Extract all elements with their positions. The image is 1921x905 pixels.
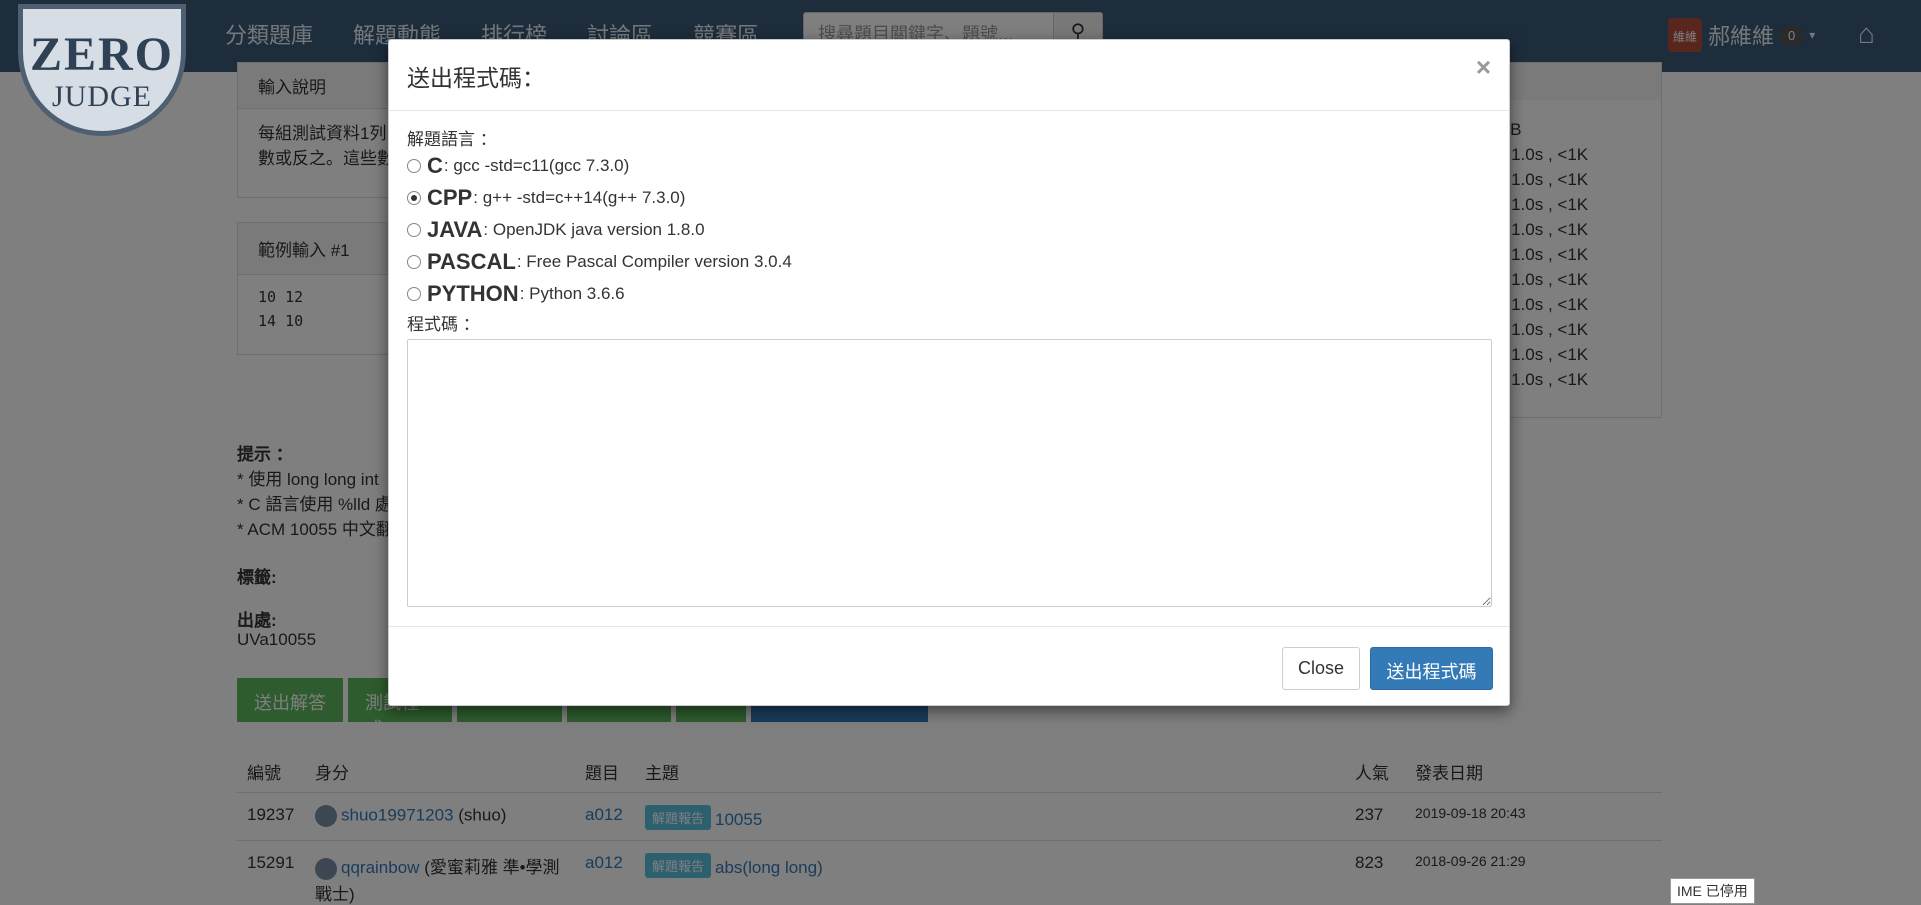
- language-desc: : OpenJDK java version 1.8.0: [483, 220, 705, 239]
- ime-status-badge: IME 已停用: [1670, 878, 1755, 904]
- close-button[interactable]: Close: [1282, 647, 1360, 690]
- modal-body: 解題語言 ： C : gcc -std=c11(gcc 7.3.0) CPP :…: [389, 111, 1509, 607]
- radio-button[interactable]: [407, 255, 421, 269]
- language-name: CPP: [427, 185, 473, 210]
- language-name: PYTHON: [427, 281, 519, 306]
- radio-button[interactable]: [407, 223, 421, 237]
- language-option-pascal[interactable]: PASCAL : Free Pascal Compiler version 3.…: [407, 246, 1491, 278]
- language-desc: : Python 3.6.6: [519, 284, 625, 303]
- language-desc: : gcc -std=c11(gcc 7.3.0): [443, 156, 630, 175]
- submit-code-button[interactable]: 送出程式碼: [1370, 647, 1493, 690]
- code-label: 程式碼 ：: [407, 315, 480, 334]
- modal-header: 送出程式碼： ×: [389, 40, 1509, 111]
- language-name: C: [427, 153, 443, 178]
- submit-code-modal: 送出程式碼： × 解題語言 ： C : gcc -std=c11(gcc 7.3…: [388, 39, 1510, 706]
- language-desc: : Free Pascal Compiler version 3.0.4: [516, 252, 792, 271]
- language-option-java[interactable]: JAVA : OpenJDK java version 1.8.0: [407, 214, 1491, 246]
- modal-title: 送出程式碼：: [407, 65, 545, 91]
- code-textarea[interactable]: [407, 339, 1492, 607]
- language-option-c[interactable]: C : gcc -std=c11(gcc 7.3.0): [407, 150, 1491, 182]
- modal-footer: Close 送出程式碼: [389, 626, 1509, 706]
- close-icon[interactable]: ×: [1476, 54, 1491, 80]
- language-name: PASCAL: [427, 249, 516, 274]
- radio-button[interactable]: [407, 287, 421, 301]
- radio-button[interactable]: [407, 159, 421, 173]
- logo-text-judge: JUDGE: [52, 80, 152, 113]
- language-option-cpp[interactable]: CPP : g++ -std=c++14(g++ 7.3.0): [407, 182, 1491, 214]
- logo-text-zero: ZERO: [29, 28, 175, 81]
- radio-button[interactable]: [407, 191, 421, 205]
- language-label: 解題語言 ：: [407, 130, 497, 149]
- language-name: JAVA: [427, 217, 483, 242]
- language-option-python[interactable]: PYTHON : Python 3.6.6: [407, 278, 1491, 310]
- language-desc: : g++ -std=c++14(g++ 7.3.0): [473, 188, 686, 207]
